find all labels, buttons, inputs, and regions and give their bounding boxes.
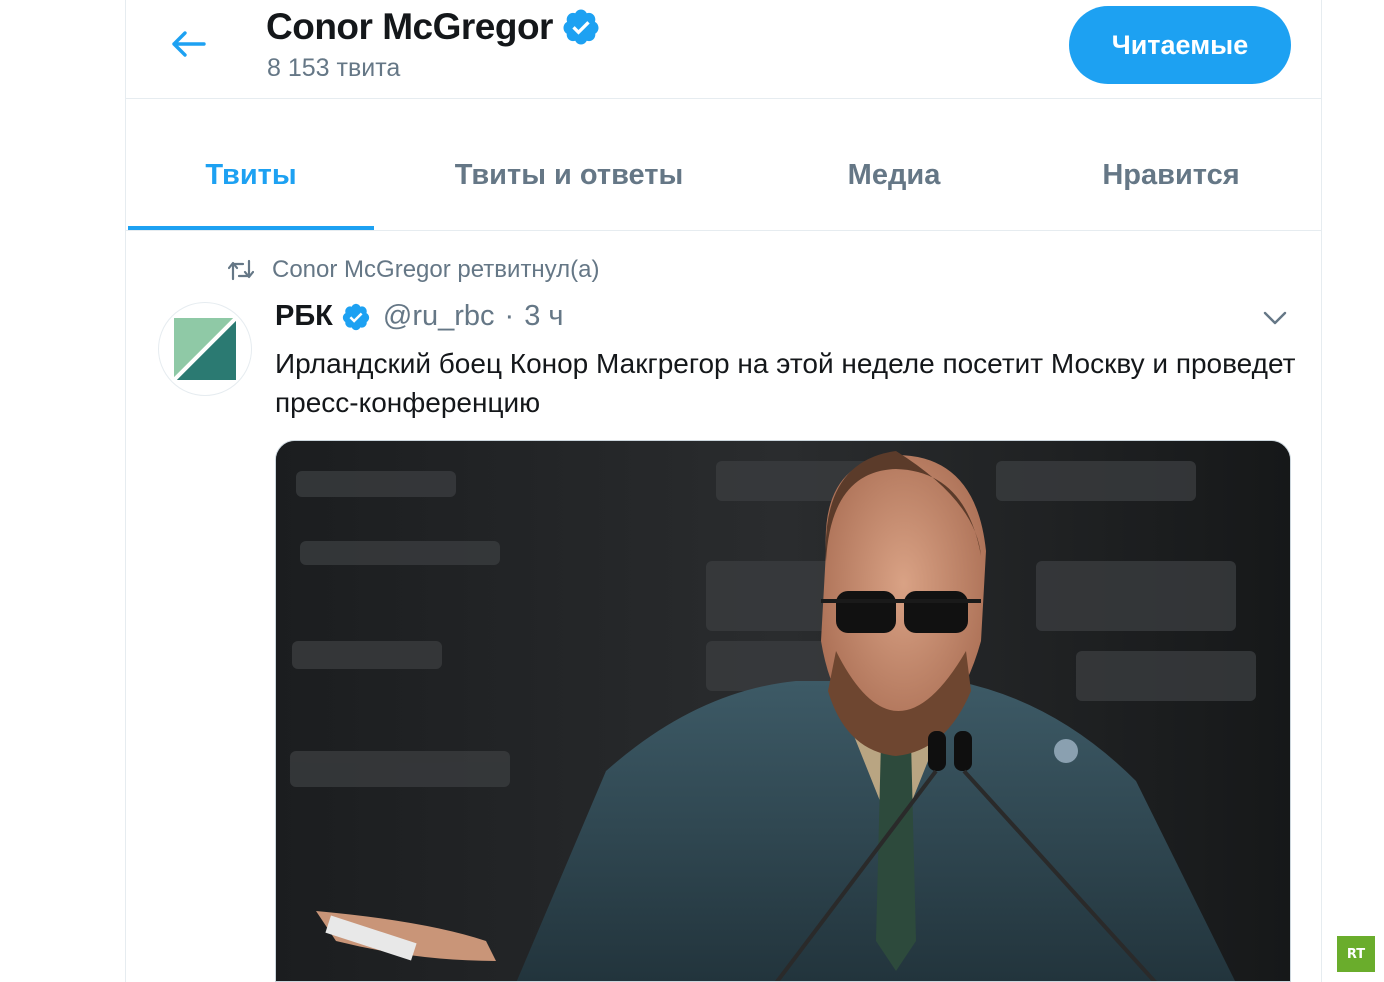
tab-tweets-and-replies[interactable]: Твиты и ответы: [396, 122, 742, 228]
active-tab-indicator: [128, 226, 374, 230]
arrow-left-icon: [172, 31, 206, 57]
verified-badge-icon: [341, 302, 371, 332]
profile-tabs: Твиты Твиты и ответы Медиа Нравится: [126, 122, 1321, 231]
profile-column: Conor McGregor 8 153 твита Читаемые Твит…: [125, 0, 1322, 982]
tweet-time[interactable]: 3 ч: [524, 300, 563, 333]
avatar[interactable]: [158, 302, 252, 396]
retweet-label: Conor McGregor ретвитнул(а): [272, 256, 600, 283]
back-button[interactable]: [166, 22, 210, 66]
tab-tweets[interactable]: Твиты: [128, 122, 374, 228]
retweet-icon: [228, 259, 254, 281]
tweet-header: РБК @ru_rbc · 3 ч: [275, 300, 564, 333]
press-conference-photo: [276, 441, 1290, 981]
profile-header: Conor McGregor 8 153 твита Читаемые: [126, 0, 1321, 99]
author-name[interactable]: РБК: [275, 300, 333, 333]
verified-badge-icon: [561, 7, 601, 47]
rbc-logo-icon: [174, 318, 236, 380]
tab-likes[interactable]: Нравится: [1064, 122, 1278, 228]
tweet-menu-button[interactable]: [1257, 300, 1293, 336]
tweet-count: 8 153 твита: [267, 54, 401, 82]
retweet-context: Conor McGregor ретвитнул(а): [228, 256, 600, 284]
page-title: Conor McGregor: [266, 6, 553, 47]
separator-dot: ·: [504, 300, 515, 332]
tweet-photo[interactable]: [275, 440, 1291, 982]
tweet-text: Ирландский боец Конор Макгрегор на этой …: [275, 348, 1296, 418]
chevron-down-icon: [1263, 311, 1287, 325]
rt-watermark: RT: [1337, 936, 1375, 972]
following-button[interactable]: Читаемые: [1069, 6, 1291, 84]
tab-media[interactable]: Медиа: [781, 122, 1007, 228]
profile-title-row: Conor McGregor: [266, 6, 601, 48]
author-handle[interactable]: @ru_rbc: [383, 300, 495, 333]
